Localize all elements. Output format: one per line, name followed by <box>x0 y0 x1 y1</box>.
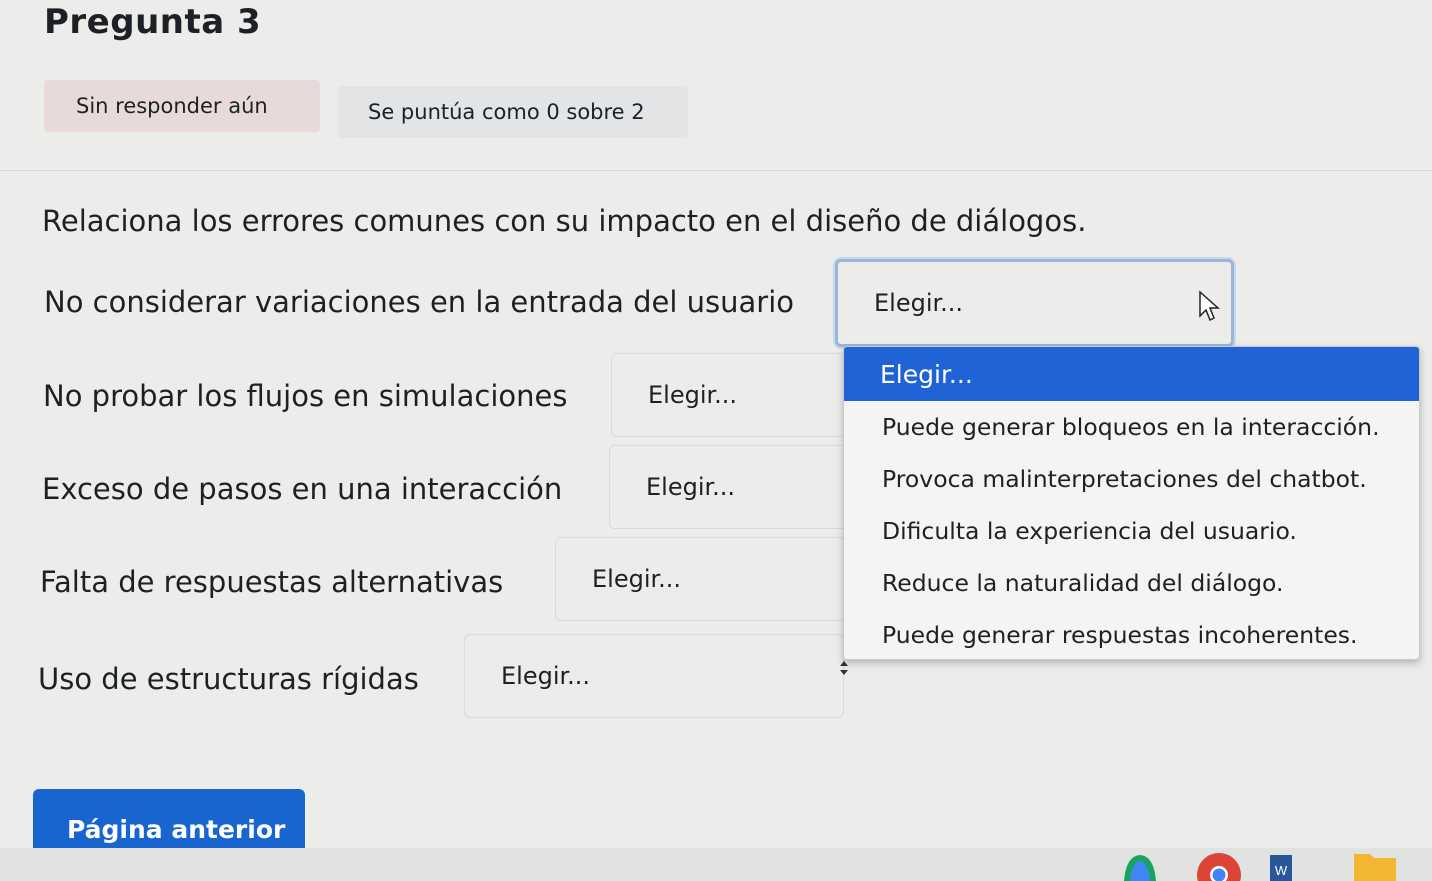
match-item-label: Falta de respuestas alternativas <box>40 565 504 599</box>
match-item-label: Uso de estructuras rígidas <box>38 662 419 696</box>
folder-icon[interactable] <box>1354 852 1396 881</box>
dropdown-option[interactable]: Reduce la naturalidad del diálogo. <box>844 557 1419 609</box>
match-select-5[interactable]: Elegir... <box>464 634 844 718</box>
chrome-icon[interactable] <box>1196 852 1242 881</box>
dropdown-option[interactable]: Dificulta la experiencia del usuario. <box>844 505 1419 557</box>
dropdown-list: Elegir... Puede generar bloqueos en la i… <box>843 346 1420 660</box>
match-item-label: Exceso de pasos en una interacción <box>42 472 563 506</box>
word-icon[interactable]: W <box>1270 852 1292 881</box>
match-select-3[interactable]: Elegir... <box>609 445 849 529</box>
svg-text:W: W <box>1275 863 1288 878</box>
dropdown-option-selected[interactable]: Elegir... <box>844 347 1419 401</box>
select-arrows-icon <box>840 661 848 675</box>
divider <box>0 170 1432 171</box>
mouse-cursor-icon <box>1199 290 1220 322</box>
match-item-label: No probar los flujos en simulaciones <box>43 379 568 413</box>
match-select-1[interactable]: Elegir... <box>835 259 1234 347</box>
dropdown-option[interactable]: Provoca malinterpretaciones del chatbot. <box>844 453 1419 505</box>
question-grade-badge: Se puntúa como 0 sobre 2 <box>338 86 688 138</box>
question-state-badge: Sin responder aún <box>44 80 320 132</box>
match-item-label: No considerar variaciones en la entrada … <box>44 285 795 319</box>
dropdown-option[interactable]: Puede generar respuestas incoherentes. <box>844 609 1419 659</box>
match-select-4[interactable]: Elegir... <box>555 537 845 621</box>
maps-icon[interactable] <box>1118 852 1162 881</box>
dropdown-option[interactable]: Puede generar bloqueos en la interacción… <box>844 401 1419 453</box>
question-title: Pregunta 3 <box>44 2 262 42</box>
match-select-2[interactable]: Elegir... <box>611 353 851 437</box>
question-prompt: Relaciona los errores comunes con su imp… <box>42 204 1087 238</box>
